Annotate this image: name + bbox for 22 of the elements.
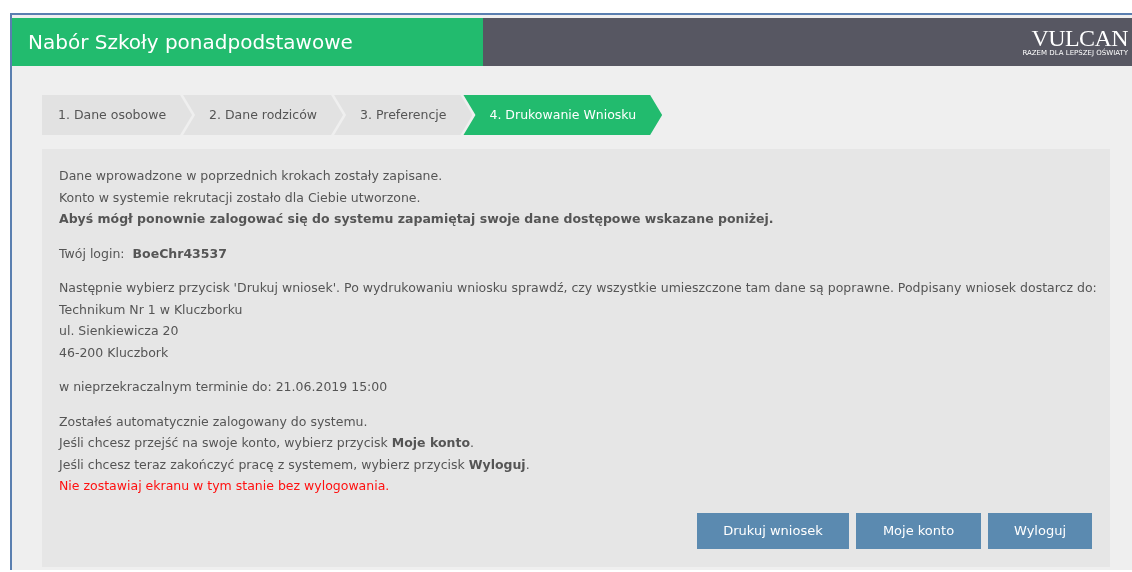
warning-text: Nie zostawiaj ekranu w tym stanie bez wylogowania.	[59, 477, 391, 495]
app-title: Nabór Szkoły ponadpodstawowe	[28, 29, 353, 56]
info-text: ul. Sienkiewicza 20	[59, 322, 180, 340]
info-text: Jeśli chcesz teraz zakończyć pracę z systemem, wybierz przycisk Wyloguj.	[59, 455, 531, 474]
info-text: Jeśli chcesz przejść na swoje konto, wybierz przycisk Moje konto.	[59, 434, 475, 452]
step-tab[interactable]: 4. Drukowanie Wniosku	[463, 95, 663, 135]
info-text: Konto w systemie rekrutacji zostało dla Ciebie utworzone.	[59, 188, 422, 207]
login-value: BoeChr43537	[132, 244, 227, 263]
action-button[interactable]: Moje konto	[856, 512, 981, 549]
login-label: Twój login:	[59, 244, 125, 263]
logo: VULCAN	[1031, 27, 1128, 49]
step-tab[interactable]: 1. Dane osobowe	[42, 95, 193, 135]
step-tab[interactable]: 3. Preferencje	[334, 95, 473, 135]
action-button[interactable]: Wyloguj	[988, 512, 1092, 549]
info-text: w nieprzekraczalnym terminie do: 21.06.2019 15:00	[59, 378, 389, 396]
info-text: Technikum Nr 1 w Kluczborku	[59, 300, 244, 319]
action-button[interactable]: Drukuj wniosek	[697, 512, 849, 549]
info-text: 46-200 Kluczbork	[59, 343, 170, 362]
info-text: Zostałeś automatycznie zalogowany do systemu.	[59, 412, 369, 431]
notice-text: Abyś mógł ponownie zalogować się do systemu zapamiętaj swoje dane dostępowe wskazane poniżej.	[59, 210, 775, 228]
info-text: Dane wprowadzone w poprzednich krokach zostały zapisane.	[59, 167, 444, 185]
step-tab[interactable]: 2. Dane rodziców	[183, 95, 344, 135]
